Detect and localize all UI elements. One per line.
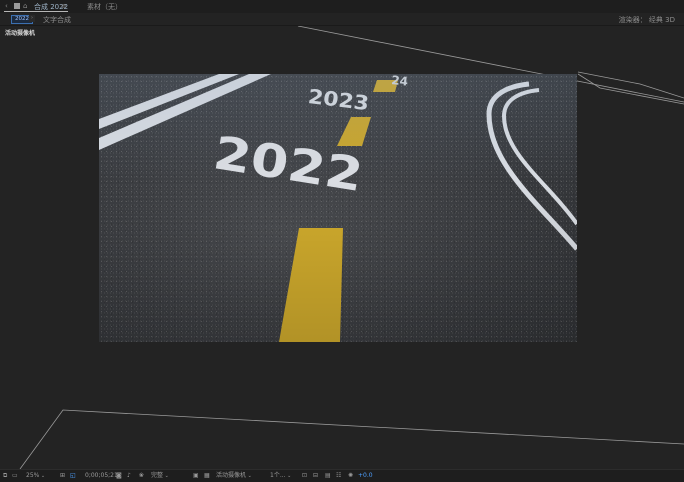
active-camera-label: 活动摄像机 bbox=[5, 30, 36, 37]
asphalt-texture bbox=[99, 74, 577, 342]
road-text-2022: 2022 bbox=[210, 125, 367, 202]
timeline-icon[interactable]: ▤ bbox=[325, 472, 331, 480]
region-of-interest-icon[interactable]: ⧉ bbox=[3, 472, 7, 480]
composition-frame[interactable]: 24 2023 2022 bbox=[99, 74, 577, 342]
breadcrumb-comp-text[interactable]: 文字合成 bbox=[43, 15, 71, 25]
resolution-dropdown[interactable]: 完整 bbox=[151, 472, 187, 480]
toggle-pixel-icon[interactable]: ⊡ bbox=[302, 472, 307, 480]
color-channel-icon[interactable]: ❀ bbox=[139, 472, 144, 480]
lock-icon[interactable]: ⌂ bbox=[23, 2, 27, 10]
viewer-toolbar: ⧉ ▭ 25% ⊞ ◱ 0;00;05;21 ◙ ♪ ❀ 完整 ▣ ▦ 活动摄像… bbox=[0, 469, 684, 482]
renderer-label[interactable]: 渲染器： 经典 3D bbox=[619, 15, 675, 25]
tab-footage[interactable]: 素材（无） bbox=[87, 2, 122, 12]
mask-icon[interactable]: ◱ bbox=[70, 472, 76, 480]
flowchart-icon[interactable]: ☷ bbox=[336, 472, 341, 480]
active-tab-indicator bbox=[4, 11, 68, 12]
view-layout-dropdown[interactable]: 1个... bbox=[270, 472, 298, 480]
panel-menu-icon[interactable]: ‹ bbox=[5, 2, 8, 10]
road-image: 24 2023 2022 bbox=[99, 74, 577, 342]
grid-icon[interactable]: ⊞ bbox=[60, 472, 65, 480]
zoom-dropdown[interactable]: 25% bbox=[26, 472, 45, 480]
exposure-icon[interactable]: ✺ bbox=[348, 472, 353, 480]
breadcrumb-arrow-icon[interactable]: › bbox=[29, 15, 35, 22]
road-text-2024: 24 bbox=[391, 74, 409, 89]
fast-preview-icon[interactable]: ▣ bbox=[193, 472, 199, 480]
close-panel-icon[interactable] bbox=[14, 3, 20, 9]
exposure-value[interactable]: +0.0 bbox=[358, 472, 373, 480]
reset-exposure-icon[interactable]: ⊟ bbox=[313, 472, 318, 480]
transparency-grid-icon[interactable]: ▦ bbox=[204, 472, 210, 480]
breadcrumb-bar: 2022 › 文字合成 渲染器： 经典 3D bbox=[0, 13, 684, 26]
monitor-icon[interactable]: ▭ bbox=[12, 472, 18, 480]
tab-menu-icon[interactable]: ≡ bbox=[61, 2, 67, 10]
camera-view-dropdown[interactable]: 活动摄像机 bbox=[216, 472, 264, 480]
road-text-2023: 2023 bbox=[307, 85, 370, 115]
show-snapshot-icon[interactable]: ♪ bbox=[127, 472, 131, 480]
tab-bar: ‹ ⌂ 合成 2022 ≡ 素材（无） bbox=[0, 0, 684, 13]
snapshot-icon[interactable]: ◙ bbox=[116, 472, 122, 480]
timecode[interactable]: 0;00;05;21 bbox=[85, 472, 118, 480]
